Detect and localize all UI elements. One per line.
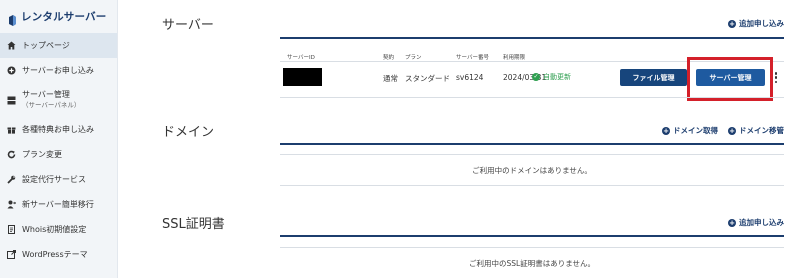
wrench-icon: [7, 175, 16, 184]
sidebar-item-label: 新サーバー簡単移行: [22, 200, 94, 209]
plus-circle-icon: +: [728, 126, 736, 135]
brand-name: レンタルサーバー: [21, 11, 107, 23]
domain-table-divider: [280, 154, 784, 155]
sidebar-item-label: 各種特典お申し込み: [22, 125, 94, 134]
file-manager-button[interactable]: ファイル管理: [620, 69, 687, 86]
sidebar-item-label: 設定代行サービス: [22, 175, 86, 184]
sidebar-nav: トップページ サーバーお申し込み サーバー管理 （サーバーパネル） 各種特典お申…: [0, 33, 117, 267]
domain-section-title: ドメイン: [162, 125, 215, 140]
sidebar-item-label: トップページ: [22, 41, 70, 50]
server-icon: [7, 96, 16, 105]
server-section-title: サーバー: [162, 18, 214, 33]
ssl-add-link[interactable]: + 追加申し込み: [728, 217, 784, 228]
ssl-table-divider: [280, 247, 784, 248]
more-options-icon[interactable]: [773, 69, 779, 86]
sidebar-item-whois[interactable]: Whois初期値設定: [0, 217, 117, 242]
gift-icon: [7, 125, 16, 134]
domain-acquire-link[interactable]: + ドメイン取得: [662, 125, 718, 136]
sidebar-item-migration[interactable]: 新サーバー簡単移行: [0, 192, 117, 217]
document-icon: [7, 225, 16, 234]
brand[interactable]: レンタルサーバー: [0, 0, 117, 33]
sidebar: レンタルサーバー トップページ サーバーお申し込み サーバー管理 （サーバーパネ…: [0, 0, 118, 278]
server-number-value: sv6124: [456, 73, 484, 82]
domain-section-rule: [280, 143, 784, 145]
plus-circle-icon: +: [662, 126, 670, 135]
brand-logo-icon: [8, 11, 17, 26]
sidebar-item-label: Whois初期値設定: [22, 225, 87, 234]
external-icon: [7, 250, 16, 259]
column-header-contract: 契約: [383, 55, 395, 61]
sidebar-item-top[interactable]: トップページ: [0, 33, 117, 58]
domain-empty-message: ご利用中のドメインはありません。: [472, 166, 592, 175]
redacted-server-id: [283, 68, 322, 86]
ssl-empty-message: ご利用中のSSL証明書はありません。: [469, 259, 595, 268]
server-contract-value: 通常: [383, 74, 398, 83]
sidebar-item-plan-change[interactable]: プラン変更: [0, 142, 117, 167]
domain-transfer-link[interactable]: + ドメイン移管: [728, 125, 784, 136]
sidebar-item-label: WordPressテーマ: [22, 250, 88, 259]
auto-renew-status: ✓ 自動更新: [532, 73, 571, 81]
plus-circle-icon: +: [728, 218, 736, 227]
refresh-icon: [7, 150, 16, 159]
server-plan-value: スタンダード: [405, 74, 450, 83]
sidebar-item-server-apply[interactable]: サーバーお申し込み: [0, 58, 117, 83]
user-move-icon: [7, 200, 16, 209]
check-circle-icon: ✓: [532, 73, 540, 81]
sidebar-item-benefits[interactable]: 各種特典お申し込み: [0, 117, 117, 142]
sidebar-item-label: サーバーお申し込み: [22, 66, 94, 75]
server-row-divider: [280, 97, 784, 98]
ssl-section-rule: [280, 235, 784, 237]
server-add-link[interactable]: + 追加申し込み: [728, 18, 784, 29]
sidebar-item-sublabel: （サーバーパネル）: [22, 101, 81, 109]
domain-section-header: ドメイン + ドメイン取得 + ドメイン移管: [162, 121, 784, 140]
server-section-rule: [280, 37, 784, 39]
sidebar-item-setup-service[interactable]: 設定代行サービス: [0, 167, 117, 192]
sidebar-item-label: サーバー管理: [22, 90, 70, 99]
sidebar-item-label: プラン変更: [22, 150, 62, 159]
server-section-header: サーバー + 追加申し込み: [162, 14, 784, 33]
highlight-box: [687, 57, 773, 101]
domain-bottom-divider: [280, 185, 784, 186]
sidebar-item-wordpress-theme[interactable]: WordPressテーマ: [0, 242, 117, 267]
home-icon: [7, 41, 16, 50]
plus-circle-icon: +: [728, 19, 736, 28]
column-header-plan: プラン: [405, 55, 422, 61]
sidebar-item-server-manage[interactable]: サーバー管理 （サーバーパネル）: [0, 83, 117, 117]
ssl-section-header: SSL証明書 + 追加申し込み: [162, 213, 784, 232]
ssl-section-title: SSL証明書: [162, 217, 225, 232]
column-header-server-id: サーバーID: [287, 55, 315, 61]
plus-circle-icon: [7, 66, 16, 75]
column-header-expiry: 利用期限: [503, 55, 526, 61]
column-header-number: サーバー番号: [456, 55, 489, 61]
